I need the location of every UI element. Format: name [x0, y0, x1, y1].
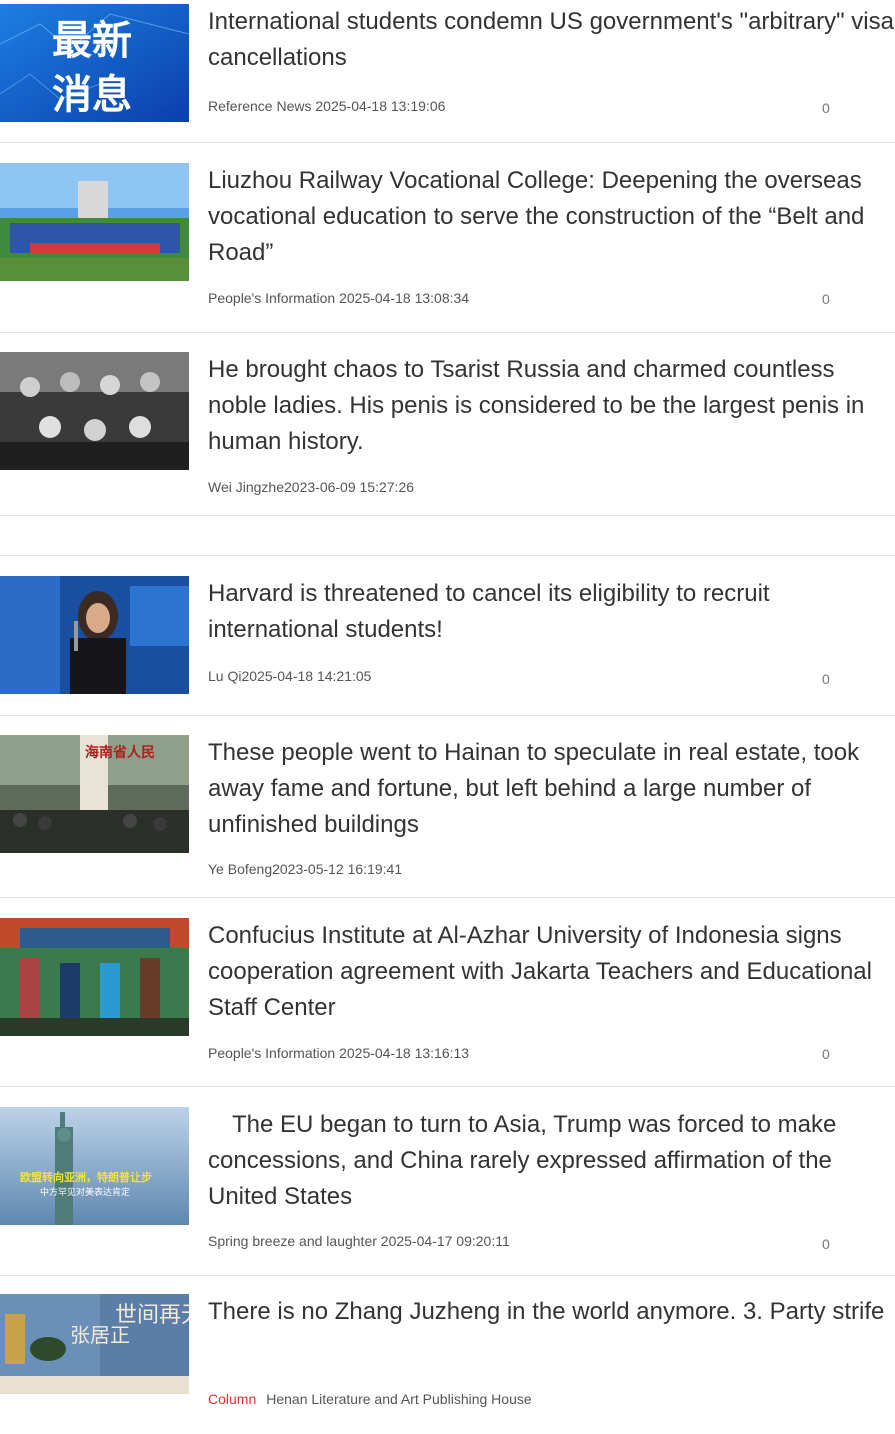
article-time: 2025-04-18 13:08:34 — [339, 290, 470, 306]
comment-count: 0 — [822, 1236, 830, 1252]
article-time: 2025-04-18 14:21:05 — [241, 668, 372, 684]
thumbnail-image[interactable]: 世间再无 张居正 — [0, 1294, 189, 1394]
article-title[interactable]: Harvard is threatened to cancel its elig… — [208, 576, 895, 648]
article-title[interactable]: There is no Zhang Juzheng in the world a… — [208, 1294, 895, 1330]
svg-text:海南省人民: 海南省人民 — [85, 744, 155, 761]
article-title[interactable]: These people went to Hainan to speculate… — [208, 735, 895, 843]
comment-count: 0 — [822, 100, 830, 116]
svg-text:中方罕见对美表达肯定: 中方罕见对美表达肯定 — [40, 1186, 130, 1198]
news-item[interactable]: 世间再无 张居正 There is no Zhang Juzheng in th… — [0, 1276, 895, 1434]
article-meta: Wei Jingzhe2023-06-09 15:27:26 — [208, 479, 414, 495]
news-item[interactable]: 海南省人民 These people went to Hainan to spe… — [0, 716, 895, 897]
news-item[interactable]: 最新 消息 International students condemn US … — [0, 0, 895, 142]
thumbnail-image[interactable] — [0, 163, 189, 281]
article-title[interactable]: The EU began to turn to Asia, Trump was … — [208, 1107, 895, 1215]
news-item[interactable]: Confucius Institute at Al-Azhar Universi… — [0, 898, 895, 1086]
article-time: 2025-04-18 13:16:13 — [339, 1045, 470, 1061]
thumbnail-image[interactable] — [0, 352, 189, 470]
thumbnail-image[interactable]: 最新 消息 — [0, 4, 189, 122]
news-item[interactable]: Harvard is threatened to cancel its elig… — [0, 556, 895, 715]
article-title[interactable]: Confucius Institute at Al-Azhar Universi… — [208, 918, 895, 1026]
comment-count: 0 — [822, 1046, 830, 1062]
article-meta: Spring breeze and laughter 2025-04-17 09… — [208, 1233, 510, 1249]
thumbnail-image[interactable]: 海南省人民 — [0, 735, 189, 853]
article-meta: Reference News 2025-04-18 13:19:06 — [208, 98, 445, 114]
article-meta: Ye Bofeng2023-05-12 16:19:41 — [208, 861, 402, 877]
article-source: Ye Bofeng — [208, 861, 273, 877]
svg-text:欧盟转向亚洲，特朗普让步: 欧盟转向亚洲，特朗普让步 — [20, 1170, 152, 1184]
article-title[interactable]: He brought chaos to Tsarist Russia and c… — [208, 352, 895, 460]
article-meta: Lu Qi2025-04-18 14:21:05 — [208, 668, 371, 684]
comment-count: 0 — [822, 671, 830, 687]
svg-text:消息: 消息 — [52, 72, 132, 118]
article-source: Reference News — [208, 98, 312, 114]
article-time: 2023-05-12 16:19:41 — [272, 861, 403, 877]
svg-text:最新: 最新 — [52, 18, 132, 64]
article-time: 2025-04-18 13:19:06 — [315, 98, 446, 114]
news-item[interactable]: 欧盟转向亚洲，特朗普让步 中方罕见对美表达肯定 The EU began to … — [0, 1087, 895, 1275]
article-source: Lu Qi — [208, 668, 242, 684]
divider — [0, 515, 895, 516]
column-tag[interactable]: Column — [208, 1391, 256, 1407]
thumbnail-image[interactable] — [0, 576, 189, 694]
thumbnail-image[interactable] — [0, 918, 189, 1036]
article-source: Spring breeze and laughter — [208, 1233, 377, 1249]
comment-count: 0 — [822, 291, 830, 307]
article-source: Henan Literature and Art Publishing Hous… — [266, 1391, 532, 1407]
news-item[interactable]: He brought chaos to Tsarist Russia and c… — [0, 333, 895, 515]
thumbnail-image[interactable]: 欧盟转向亚洲，特朗普让步 中方罕见对美表达肯定 — [0, 1107, 189, 1225]
article-time: 2023-06-09 15:27:26 — [284, 479, 415, 495]
news-item[interactable]: Liuzhou Railway Vocational College: Deep… — [0, 143, 895, 333]
article-time: 2025-04-17 09:20:11 — [380, 1233, 510, 1249]
article-source: People's Information — [208, 290, 336, 306]
article-meta: People's Information 2025-04-18 13:08:34 — [208, 290, 469, 306]
article-meta: People's Information 2025-04-18 13:16:13 — [208, 1045, 469, 1061]
article-title[interactable]: International students condemn US govern… — [208, 4, 895, 76]
article-source: Wei Jingzhe — [208, 479, 285, 495]
svg-text:张居正: 张居正 — [70, 1323, 130, 1347]
article-meta: Column Henan Literature and Art Publishin… — [208, 1391, 532, 1407]
article-title[interactable]: Liuzhou Railway Vocational College: Deep… — [208, 163, 895, 271]
article-source: People's Information — [208, 1045, 336, 1061]
